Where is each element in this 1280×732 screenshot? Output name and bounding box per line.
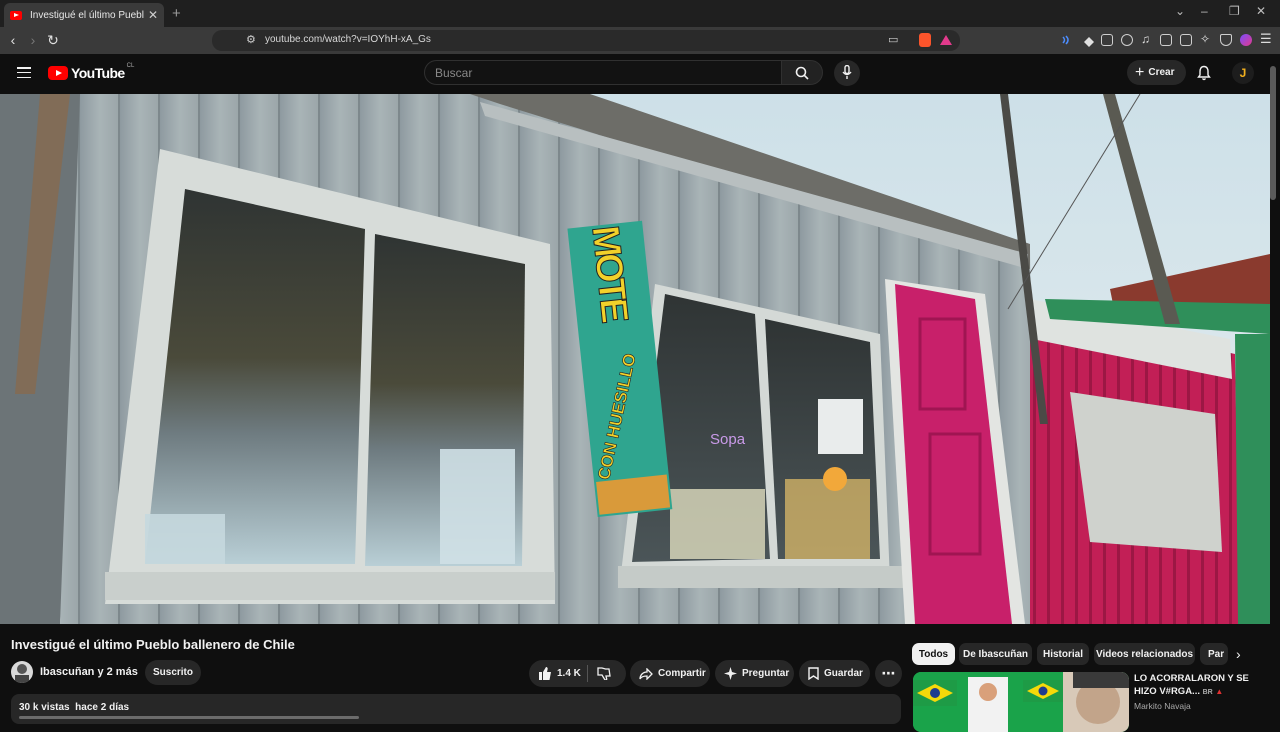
brave-rewards-icon[interactable] (940, 35, 952, 45)
description-preview (19, 716, 359, 719)
recommendation-channel[interactable]: Markito Navaja (1134, 701, 1191, 711)
search-field[interactable] (424, 60, 782, 85)
svg-text:Sopa: Sopa (710, 431, 746, 448)
dislike-button[interactable] (597, 667, 611, 683)
search-button[interactable] (781, 60, 823, 85)
channel-avatar[interactable] (11, 661, 33, 683)
wallet-icon[interactable] (1180, 34, 1192, 46)
leo-ai-icon[interactable]: ✧ (1200, 32, 1212, 46)
puzzle-icon[interactable] (1121, 34, 1133, 46)
profile-icon[interactable] (1240, 34, 1252, 46)
address-bar[interactable]: ⚙ youtube.com/watch?v=IOYhH-xA_Gs ▭ (212, 30, 960, 51)
maximize-icon[interactable]: ❐ (1229, 4, 1240, 18)
close-window-icon[interactable]: ✕ (1256, 4, 1266, 18)
video-player[interactable]: Sopa MOTE CON HUESILLO (0, 94, 1270, 624)
cast-icon[interactable]: ▭ (888, 33, 898, 46)
site-settings-icon[interactable]: ⚙ (246, 33, 256, 46)
thumbs-up-icon (539, 667, 551, 680)
recommendation-thumbnail[interactable] (913, 672, 1129, 732)
share-icon (639, 667, 653, 680)
sidebar-icon[interactable] (1160, 34, 1172, 46)
chevron-right-icon[interactable]: › (1236, 646, 1241, 662)
country-code: CL (126, 63, 135, 69)
brave-shield-icon[interactable] (919, 33, 931, 47)
video-title: Investigué el último Pueblo ballenero de… (11, 637, 295, 652)
browser-tabbar: Investigué el último Pueblo b ✕ + ⌄ – ❐ … (0, 0, 1280, 27)
logo-text: YouTube (71, 65, 125, 81)
thumbs-down-icon (597, 667, 611, 681)
voice-search-button[interactable] (834, 60, 860, 86)
music-icon[interactable]: ♫ (1141, 32, 1153, 46)
youtube-favicon-icon (10, 10, 22, 20)
browser-tab[interactable]: Investigué el último Pueblo b ✕ (4, 3, 164, 27)
subscribed-button[interactable]: Suscrito (145, 660, 201, 685)
view-count: 30 k vistas (19, 702, 70, 713)
search-icon (795, 66, 809, 80)
like-button[interactable] (538, 667, 552, 680)
chip-partial[interactable]: Par (1200, 643, 1228, 665)
more-actions-button[interactable]: ⋯ (875, 660, 902, 687)
extension-grid-icon[interactable] (1101, 34, 1113, 46)
sparkle-icon (724, 667, 737, 680)
create-label: Crear (1148, 67, 1175, 78)
video-meta: 30 k vistas hace 2 días (19, 702, 129, 713)
recommendation-title[interactable]: LO ACORRALARON Y SE HIZO V#RGA... BR ▲ (1134, 672, 1264, 699)
browser-toolbar: ‹ › ↻ ⚙ youtube.com/watch?v=IOYhH-xA_Gs … (0, 27, 1280, 54)
youtube-logo[interactable]: YouTube CL (48, 63, 135, 81)
ask-button[interactable]: Preguntar (715, 660, 794, 687)
tab-title: Investigué el último Pueblo b (30, 9, 144, 21)
create-button[interactable]: + Crear (1127, 60, 1186, 85)
save-button[interactable]: Guardar (799, 660, 870, 687)
ask-label: Preguntar (742, 668, 790, 679)
upload-age: hace 2 días (75, 702, 130, 713)
chip-todos[interactable]: Todos (912, 643, 955, 665)
close-tab-icon[interactable]: ✕ (148, 8, 158, 22)
back-icon[interactable]: ‹ (4, 32, 22, 48)
forward-icon[interactable]: › (24, 32, 42, 48)
minimize-icon[interactable]: – (1201, 4, 1208, 18)
save-bookmark-icon (808, 667, 819, 680)
share-button[interactable]: Compartir (630, 660, 710, 687)
plus-icon: + (1135, 63, 1145, 81)
vpn-shield-icon[interactable] (1220, 34, 1232, 46)
user-avatar[interactable]: J (1232, 62, 1254, 84)
tab-search-icon[interactable]: ⌄ (1175, 4, 1185, 18)
channel-name[interactable]: Ibascuñan y 2 más (40, 666, 138, 678)
url-text: youtube.com/watch?v=IOYhH-xA_Gs (265, 34, 431, 45)
reload-icon[interactable]: ↻ (44, 32, 62, 49)
chip-de-ibascunan[interactable]: De Ibascuñan (959, 643, 1032, 665)
speech-icon[interactable] (1060, 34, 1072, 46)
youtube-play-icon (48, 66, 68, 80)
extension-diamond-icon[interactable] (1082, 34, 1094, 47)
like-count: 1.4 K (557, 668, 581, 679)
video-frame-image: Sopa MOTE CON HUESILLO (0, 94, 1270, 624)
siren-icon: ▲ (1215, 687, 1224, 696)
search-input[interactable] (425, 61, 781, 84)
new-tab-icon[interactable]: + (172, 5, 181, 22)
recommendation-badge: BR (1202, 689, 1213, 696)
more-horizontal-icon: ⋯ (881, 665, 896, 681)
browser-menu-icon[interactable]: ☰ (1260, 31, 1272, 46)
chip-historial[interactable]: Historial (1037, 643, 1089, 665)
page-scrollbar[interactable] (1270, 66, 1276, 200)
notifications-bell-icon[interactable] (1197, 65, 1211, 81)
menu-icon[interactable] (17, 67, 31, 79)
microphone-icon (842, 65, 852, 79)
save-label: Guardar (824, 668, 863, 679)
like-dislike-group: 1.4 K (529, 660, 626, 687)
youtube-header: YouTube CL + Crear J (0, 54, 1280, 94)
share-label: Compartir (658, 668, 706, 679)
chip-videos-relacionados[interactable]: Videos relacionados (1094, 643, 1195, 665)
